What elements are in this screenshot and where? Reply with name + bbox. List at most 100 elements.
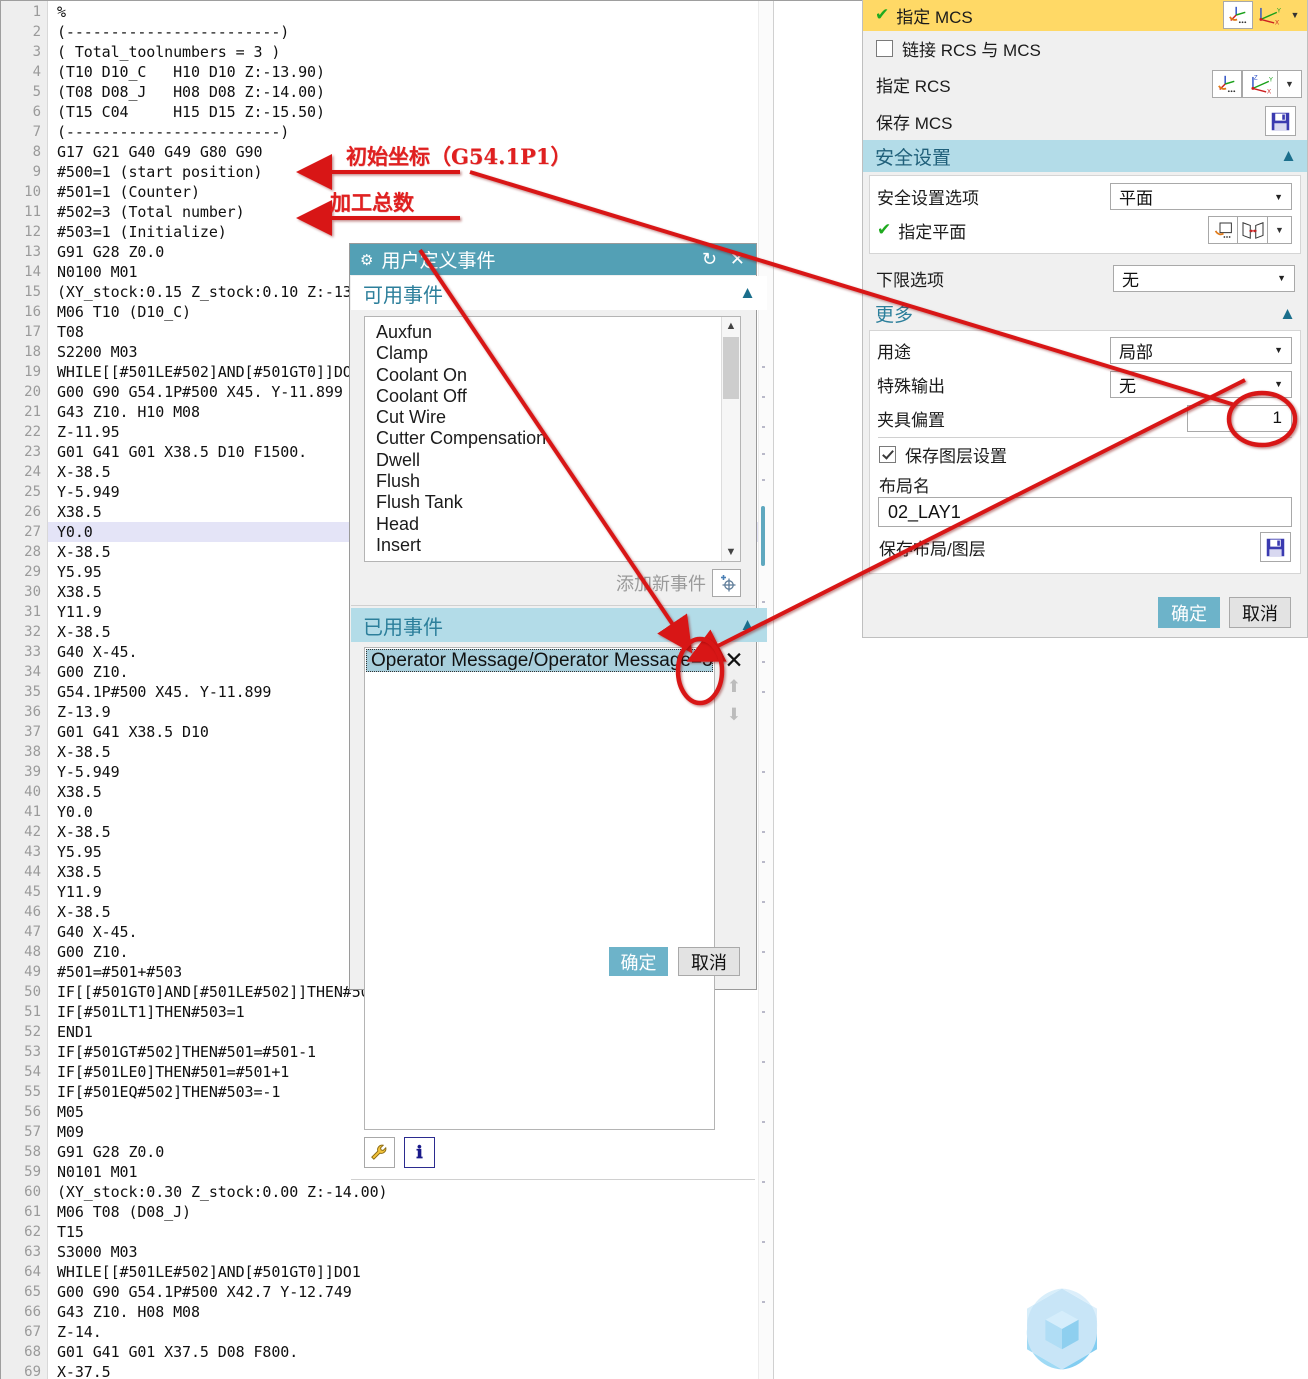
code-line[interactable]: Y-5.949 [57, 762, 120, 782]
code-line[interactable]: IF[#501EQ#502]THEN#503=-1 [57, 1082, 280, 1102]
code-line[interactable]: X38.5 [57, 502, 102, 522]
available-event-item[interactable]: Coolant Off [365, 386, 740, 407]
scroll-up-icon[interactable]: ▲ [722, 317, 740, 335]
code-line[interactable]: G17 G21 G40 G49 G80 G90 [57, 142, 263, 162]
code-line[interactable]: N0100 M01 [57, 262, 137, 282]
events-dialog-cancel-button[interactable]: 取消 [678, 947, 740, 976]
code-line[interactable]: G40 X-45. [57, 922, 137, 942]
code-line[interactable]: #501=#501+#503 [57, 962, 182, 982]
code-line[interactable]: X-38.5 [57, 742, 111, 762]
fixture-offset-input[interactable]: 1 [1187, 404, 1292, 432]
code-line[interactable]: S3000 M03 [57, 1242, 137, 1262]
mcs-select-icon-button[interactable] [1223, 1, 1253, 29]
available-events-scrollbar[interactable]: ▲ ▼ [721, 317, 740, 561]
editor-scroll-markers[interactable] [758, 1, 774, 1379]
code-line[interactable]: X-38.5 [57, 822, 111, 842]
special-output-row[interactable]: 特殊输出 无 ▼ [870, 367, 1300, 401]
code-line[interactable]: G91 G28 Z0.0 [57, 242, 164, 262]
specify-mcs-row[interactable]: ✔ 指定 MCS Y X ▼ [863, 0, 1307, 31]
used-events-tool-buttons[interactable]: ℹ [364, 1137, 435, 1168]
code-line[interactable]: G01 G41 G01 X38.5 D10 F1500. [57, 442, 307, 462]
user-defined-events-dialog[interactable]: ⚙ 用户定义事件 ↻ ✕ 可用事件 ▲ Auxfun Clamp Coolant O… [349, 243, 767, 1180]
lower-limit-combo[interactable]: 无 ▼ [1113, 264, 1295, 292]
code-line[interactable]: G00 Z10. [57, 662, 129, 682]
code-line[interactable]: (T10 D10_C H10 D10 Z:-13.90) [57, 62, 325, 82]
code-line[interactable]: Y-5.949 [57, 482, 120, 502]
rcs-dropdown-arrow[interactable]: ▼ [1278, 70, 1302, 98]
used-events-side-buttons[interactable]: ✕ ⬆ ⬇ [719, 647, 749, 729]
code-line[interactable]: X-38.5 [57, 542, 111, 562]
code-line[interactable]: (------------------------) [57, 122, 289, 142]
code-line[interactable]: #500=1 (start position) [57, 162, 263, 182]
save-layer-checkbox[interactable] [879, 446, 896, 463]
available-event-item[interactable]: Dwell [365, 450, 740, 471]
code-line[interactable]: N0101 M01 [57, 1162, 137, 1182]
code-line[interactable]: X38.5 [57, 862, 102, 882]
code-line[interactable]: IF[#501GT#502]THEN#501=#501-1 [57, 1042, 316, 1062]
save-mcs-button[interactable] [1265, 106, 1296, 136]
safety-option-row[interactable]: 安全设置选项 平面 ▼ [870, 180, 1300, 213]
link-rcs-mcs-checkbox[interactable] [876, 40, 893, 57]
code-line[interactable]: G54.1P#500 X45. Y-11.899 [57, 682, 271, 702]
specify-plane-row[interactable]: ✔ 指定平面 ▼ [870, 213, 1300, 247]
special-output-combo[interactable]: 无 ▼ [1110, 370, 1292, 398]
code-line[interactable]: G43 Z10. H08 M08 [57, 1302, 200, 1322]
available-event-item[interactable]: Insert [365, 535, 740, 556]
code-line[interactable]: WHILE[[#501LE#502]AND[#501GT0]]DO1 [57, 1262, 361, 1282]
plane-mirror-icon-button[interactable] [1238, 216, 1268, 244]
code-line[interactable]: X-38.5 [57, 902, 111, 922]
code-line[interactable]: IF[#501LT1]THEN#503=1 [57, 1002, 245, 1022]
save-mcs-row[interactable]: 保存 MCS [863, 102, 1307, 140]
code-line[interactable]: #503=1 (Initialize) [57, 222, 227, 242]
close-icon[interactable]: ✕ [730, 249, 745, 270]
save-layout-button[interactable] [1260, 532, 1291, 562]
chevron-up-icon[interactable]: ▲ [739, 283, 756, 303]
code-line[interactable]: Z-14. [57, 1322, 102, 1342]
code-line[interactable]: Y0.0 [57, 802, 93, 822]
available-event-item[interactable]: Flush Tank [365, 492, 740, 513]
code-line[interactable]: ( Total_toolnumbers = 3 ) [57, 42, 280, 62]
code-line[interactable]: (T08 D08_J H08 D08 Z:-14.00) [57, 82, 325, 102]
mcs-dropdown-arrow[interactable]: ▼ [1283, 1, 1307, 29]
chevron-up-icon[interactable]: ▲ [1279, 304, 1296, 324]
code-line[interactable]: T15 [57, 1222, 84, 1242]
code-line[interactable]: Z-13.9 [57, 702, 111, 722]
mcs-csys-icon-button[interactable]: Y X [1253, 1, 1283, 29]
code-line[interactable]: M09 [57, 1122, 84, 1142]
code-line[interactable]: Y0.0 [57, 522, 93, 542]
used-events-section-header[interactable]: 已用事件 ▲ [351, 608, 767, 642]
available-events-scroll-thumb[interactable] [723, 337, 739, 399]
code-line[interactable]: Y11.9 [57, 882, 102, 902]
info-button[interactable]: ℹ [404, 1137, 435, 1168]
code-line[interactable]: #502=3 (Total number) [57, 202, 245, 222]
code-line[interactable]: M06 T10 (D10_C) [57, 302, 191, 322]
rcs-csys-icon-button[interactable]: Z Y X [1242, 70, 1278, 98]
code-line[interactable]: Y5.95 [57, 842, 102, 862]
available-event-item[interactable]: Coolant On [365, 365, 740, 386]
available-event-item[interactable]: Auxfun [365, 322, 740, 343]
code-line[interactable]: X-37.5 [57, 1362, 111, 1379]
used-event-item[interactable]: Operator Message/Operator Message=3 [366, 649, 713, 672]
wrench-button[interactable] [364, 1137, 395, 1168]
editor-scroll-thumb[interactable] [761, 506, 765, 566]
nx-cancel-button[interactable]: 取消 [1229, 597, 1291, 628]
code-line[interactable]: G00 G90 G54.1P#500 X42.7 Y-12.749 [57, 1282, 352, 1302]
rcs-select-icon-button[interactable] [1212, 70, 1242, 98]
purpose-row[interactable]: 用途 局部 ▼ [870, 333, 1300, 367]
code-line[interactable]: (XY_stock:0.30 Z_stock:0.00 Z:-14.00) [57, 1182, 388, 1202]
safety-option-combo[interactable]: 平面 ▼ [1110, 183, 1292, 210]
delete-event-button[interactable]: ✕ [719, 647, 749, 673]
code-line[interactable]: T08 [57, 322, 84, 342]
layout-name-input[interactable]: 02_LAY1 [878, 497, 1292, 527]
specify-rcs-row[interactable]: 指定 RCS Z Y X ▼ [863, 66, 1307, 102]
code-line[interactable]: X38.5 [57, 782, 102, 802]
plane-select-icon-button[interactable] [1208, 216, 1238, 244]
code-line[interactable]: G43 Z10. H10 M08 [57, 402, 200, 422]
available-events-listbox[interactable]: Auxfun Clamp Coolant On Coolant Off Cut Wire… [364, 316, 741, 562]
code-line[interactable]: Y11.9 [57, 602, 102, 622]
move-up-button[interactable]: ⬆ [719, 673, 749, 701]
code-line[interactable]: X-38.5 [57, 622, 111, 642]
code-line[interactable]: G00 Z10. [57, 942, 129, 962]
available-event-item[interactable]: Cut Wire [365, 407, 740, 428]
available-events-section-header[interactable]: 可用事件 ▲ [351, 276, 767, 310]
